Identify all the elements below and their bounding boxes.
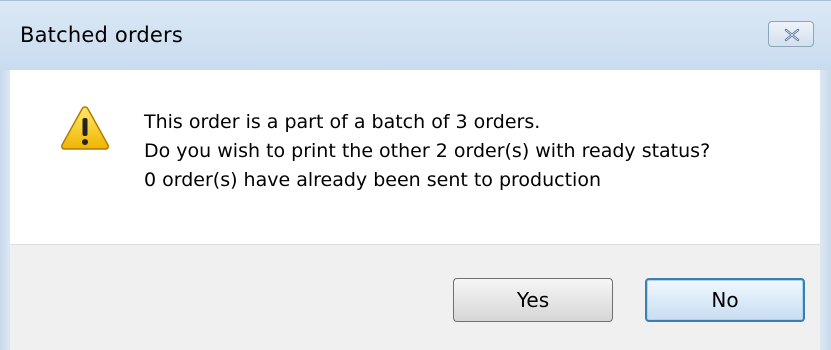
warning-icon xyxy=(61,106,109,150)
message-line-batch: This order is a part of a batch of 3 ord… xyxy=(144,111,541,133)
title-bar[interactable]: Batched orders xyxy=(0,0,831,70)
message-area: This order is a part of a batch of 3 ord… xyxy=(10,70,820,244)
window-left-border xyxy=(0,70,10,350)
yes-button[interactable]: Yes xyxy=(453,278,613,322)
close-icon xyxy=(784,28,800,42)
message-text: This order is a part of a batch of 3 ord… xyxy=(144,108,710,195)
window-right-border xyxy=(820,70,831,350)
no-button[interactable]: No xyxy=(645,278,805,322)
batched-orders-dialog: Batched orders This order is a part of a… xyxy=(0,0,831,350)
close-button[interactable] xyxy=(768,21,814,47)
button-bar: Yes No xyxy=(10,244,820,350)
window-title: Batched orders xyxy=(20,23,184,47)
message-line-question: Do you wish to print the other 2 order(s… xyxy=(144,140,711,162)
message-line-production: 0 order(s) have already been sent to pro… xyxy=(144,169,601,191)
